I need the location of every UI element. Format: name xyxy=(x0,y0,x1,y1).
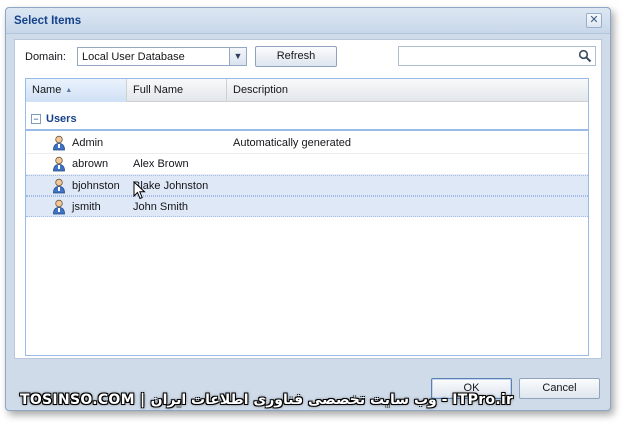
cancel-button[interactable]: Cancel xyxy=(519,378,600,399)
collapse-icon[interactable]: − xyxy=(31,114,41,124)
user-icon xyxy=(53,178,65,194)
cell-description: Automatically generated xyxy=(233,137,352,149)
domain-select[interactable]: Local User Database ▼ xyxy=(77,47,247,66)
table-row[interactable]: Admin Automatically generated xyxy=(26,133,588,154)
table-row[interactable]: jsmith John Smith xyxy=(26,196,588,217)
select-items-dialog: Select Items ✕ Domain: Local User Databa… xyxy=(5,7,611,411)
user-icon xyxy=(53,199,65,215)
items-grid: Name ▲ Full Name Description − Users Admi… xyxy=(25,78,589,356)
group-row-users[interactable]: − Users xyxy=(26,111,588,131)
dialog-body: Domain: Local User Database ▼ Refresh Na… xyxy=(14,39,602,359)
refresh-button[interactable]: Refresh xyxy=(255,46,337,67)
grid-header: Name ▲ Full Name Description xyxy=(26,79,588,102)
sort-ascending-icon: ▲ xyxy=(65,87,73,94)
dialog-titlebar[interactable]: Select Items ✕ xyxy=(6,8,610,34)
column-header-label: Full Name xyxy=(133,84,184,96)
column-header-name[interactable]: Name ▲ xyxy=(26,79,127,102)
dialog-title: Select Items xyxy=(14,15,82,27)
chevron-down-icon[interactable]: ▼ xyxy=(229,48,246,65)
group-label: Users xyxy=(46,113,77,125)
cell-name: Admin xyxy=(72,137,104,149)
domain-selected-value: Local User Database xyxy=(82,51,185,63)
domain-label: Domain: xyxy=(25,51,66,63)
search-box xyxy=(398,46,596,66)
search-input[interactable] xyxy=(399,47,575,65)
column-header-label: Name xyxy=(32,84,62,96)
table-row[interactable]: abrown Alex Brown xyxy=(26,154,588,175)
user-icon xyxy=(53,156,65,172)
user-icon xyxy=(53,135,65,151)
table-row[interactable]: bjohnston Blake Johnston xyxy=(26,175,588,196)
cell-full-name: Alex Brown xyxy=(133,158,189,170)
column-header-full-name[interactable]: Full Name xyxy=(127,79,227,102)
close-icon: ✕ xyxy=(589,14,599,26)
cell-name: jsmith xyxy=(72,201,101,213)
cell-name: bjohnston xyxy=(72,180,120,192)
column-header-label: Description xyxy=(233,84,289,96)
search-icon[interactable] xyxy=(578,49,592,63)
cell-full-name: John Smith xyxy=(133,201,189,213)
cell-name: abrown xyxy=(72,158,109,170)
close-button[interactable]: ✕ xyxy=(586,13,602,28)
cell-full-name: Blake Johnston xyxy=(133,180,209,192)
watermark-text: TOSINSO.COM | وب سایت تخصصی فناوری اطلاع… xyxy=(20,392,514,408)
column-header-description[interactable]: Description xyxy=(227,79,588,102)
